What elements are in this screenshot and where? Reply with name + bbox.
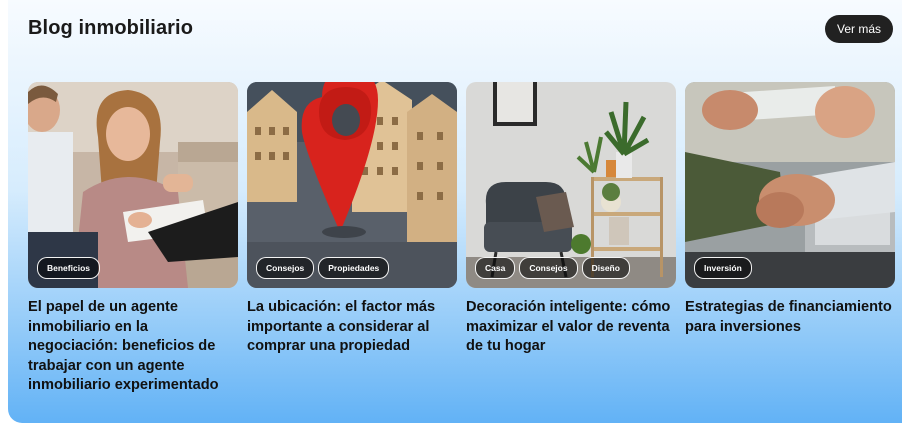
card-tags: Consejos Propiedades (256, 257, 390, 279)
tag-badge[interactable]: Casa (475, 257, 516, 279)
card-image-couple-signing[interactable]: Beneficios (28, 82, 238, 288)
tag-badge[interactable]: Consejos (519, 257, 578, 279)
section-title: Blog inmobiliario (28, 17, 194, 39)
blog-card[interactable]: Consejos Propiedades La ubicación: el fa… (247, 82, 457, 357)
blog-card[interactable]: Casa Consejos Diseño Decoración intelige… (466, 82, 676, 357)
tag-badge[interactable]: Beneficios (37, 257, 100, 279)
blog-card[interactable]: Beneficios El papel de un agente inmobil… (28, 82, 238, 396)
card-title[interactable]: Estrategias de financiamiento para inver… (685, 298, 895, 337)
card-image-living-room[interactable]: Casa Consejos Diseño (466, 82, 676, 288)
tag-badge[interactable]: Consejos (256, 257, 315, 279)
ver-mas-button[interactable]: Ver más (825, 15, 893, 43)
card-tags: Inversión (694, 257, 752, 279)
card-tags: Casa Consejos Diseño (475, 257, 630, 279)
tag-badge[interactable]: Inversión (694, 257, 752, 279)
card-image-location-pin[interactable]: Consejos Propiedades (247, 82, 457, 288)
tag-badge[interactable]: Diseño (581, 257, 630, 279)
blog-section: Blog inmobiliario Ver más Beneficios El … (8, 0, 902, 423)
tag-badge[interactable]: Propiedades (318, 257, 390, 279)
blog-card[interactable]: Inversión Estrategias de financiamiento … (685, 82, 895, 337)
card-title[interactable]: Decoración inteligente: cómo maximizar e… (466, 298, 676, 357)
card-title[interactable]: El papel de un agente inmobiliario en la… (28, 298, 238, 396)
card-tags: Beneficios (37, 257, 100, 279)
card-title[interactable]: La ubicación: el factor más importante a… (247, 298, 457, 357)
card-image-handshake[interactable]: Inversión (685, 82, 895, 288)
